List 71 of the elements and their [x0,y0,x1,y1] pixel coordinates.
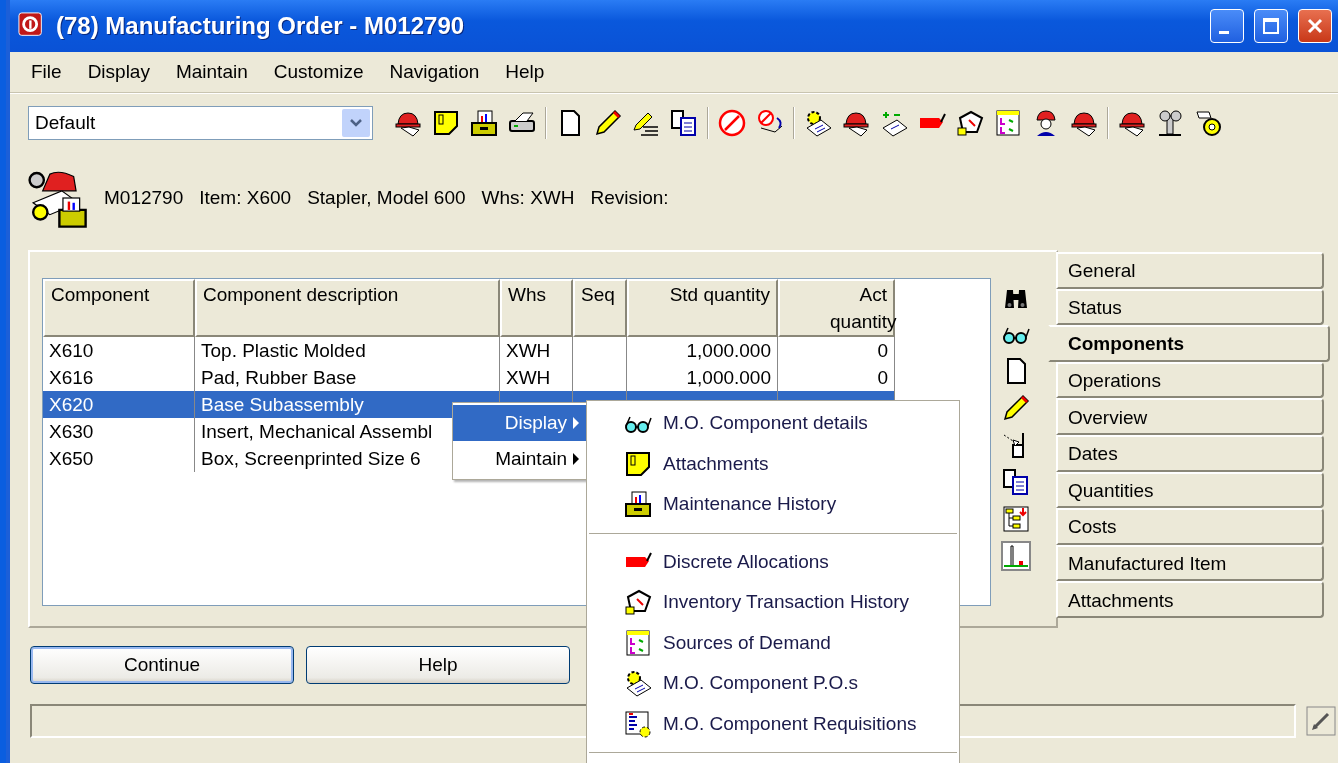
table-cell: X650 [43,445,195,472]
menu-item[interactable]: Help [492,61,558,83]
tab[interactable]: Dates [1056,434,1324,472]
drawer-icon [623,489,653,520]
menu-item[interactable]: Customize [260,61,377,83]
maximize-button[interactable] [1254,9,1288,43]
item-label: Item: X600 [199,187,292,209]
menu-item[interactable]: Display [74,61,163,83]
box-lock-icon [623,587,653,618]
graph-icon[interactable] [1001,541,1031,571]
tab[interactable]: Status [1056,288,1324,326]
dialog-button[interactable]: Continue [30,646,294,684]
tree-chart-icon[interactable] [1001,504,1031,534]
maximize-icon [1261,16,1281,36]
column-header[interactable]: Seq [573,279,627,337]
box-lock-icon[interactable] [955,108,985,138]
submenu-item[interactable]: Sources of Demand [587,622,959,663]
table-cell: X620 [43,391,195,418]
column-header[interactable]: Std quantity [627,279,778,337]
note-icon[interactable] [431,108,461,138]
menu-item[interactable]: Navigation [376,61,493,83]
pencil-icon[interactable] [1001,393,1031,423]
revision-label: Revision: [590,187,669,209]
table-cell: 1,000.000 [627,337,778,364]
minimize-button[interactable] [1210,9,1244,43]
table-cell: Top. Plastic Molded [195,337,500,364]
submenu-item[interactable]: M.O. Component details [587,403,959,444]
context-menu-item[interactable]: Display [453,405,587,441]
tab[interactable]: Overview [1056,398,1324,435]
view-dropdown[interactable]: Default [28,106,373,140]
menu-item[interactable]: Maintain [162,61,261,83]
dialog-button[interactable]: Help [306,646,570,684]
tab[interactable]: General [1056,252,1324,289]
window-title: (78) Manufacturing Order - M012790 [56,12,466,40]
submenu-item[interactable]: Maintenance History [587,484,959,525]
column-header[interactable]: Act quantity [778,279,895,337]
submenu-item[interactable]: Inventory Transaction History [587,582,959,623]
chart-document-icon[interactable] [993,108,1023,138]
prohibited-icon[interactable] [717,108,747,138]
tab[interactable]: Costs [1056,508,1324,545]
tape-measure-icon[interactable] [1193,108,1223,138]
copy-icon[interactable] [669,108,699,138]
table-cell: X630 [43,418,195,445]
copy-icon[interactable] [1001,467,1031,497]
menu-item[interactable]: File [18,61,75,83]
minimize-icon [1219,30,1229,34]
warehouse-label: Whs: XWH [481,187,575,209]
close-button[interactable] [1298,9,1332,43]
submenu-item[interactable]: Attachments [587,443,959,484]
submenu-item[interactable]: M.O. Component Requisitions [587,703,959,744]
tab[interactable]: Manufactured Item [1056,544,1324,582]
tab[interactable]: Attachments [1056,581,1324,618]
item-description: Stapler, Model 600 [307,187,466,209]
tab[interactable]: Components [1048,325,1330,362]
tab[interactable]: Quantities [1056,471,1324,509]
submenu-item[interactable]: M.O. Component P.O.s [587,663,959,704]
table-cell: X610 [43,337,195,364]
column-header[interactable]: Whs [500,279,573,337]
tab[interactable]: Operations [1056,361,1324,399]
column-header[interactable]: Component [43,279,195,337]
submenu-item[interactable]: Discrete Allocations [587,541,959,582]
table-cell: XWH [500,337,573,364]
table-cell: 0 [778,337,895,364]
order-number: M012790 [104,187,184,209]
requisition-icon [623,708,653,739]
close-icon [1305,16,1325,36]
table-cell: Base Subassembly [195,391,500,418]
drawer-icon[interactable] [469,108,499,138]
chart-document-icon [623,627,653,658]
pencil-icon[interactable] [593,108,623,138]
column-header[interactable]: Component description [195,279,500,337]
